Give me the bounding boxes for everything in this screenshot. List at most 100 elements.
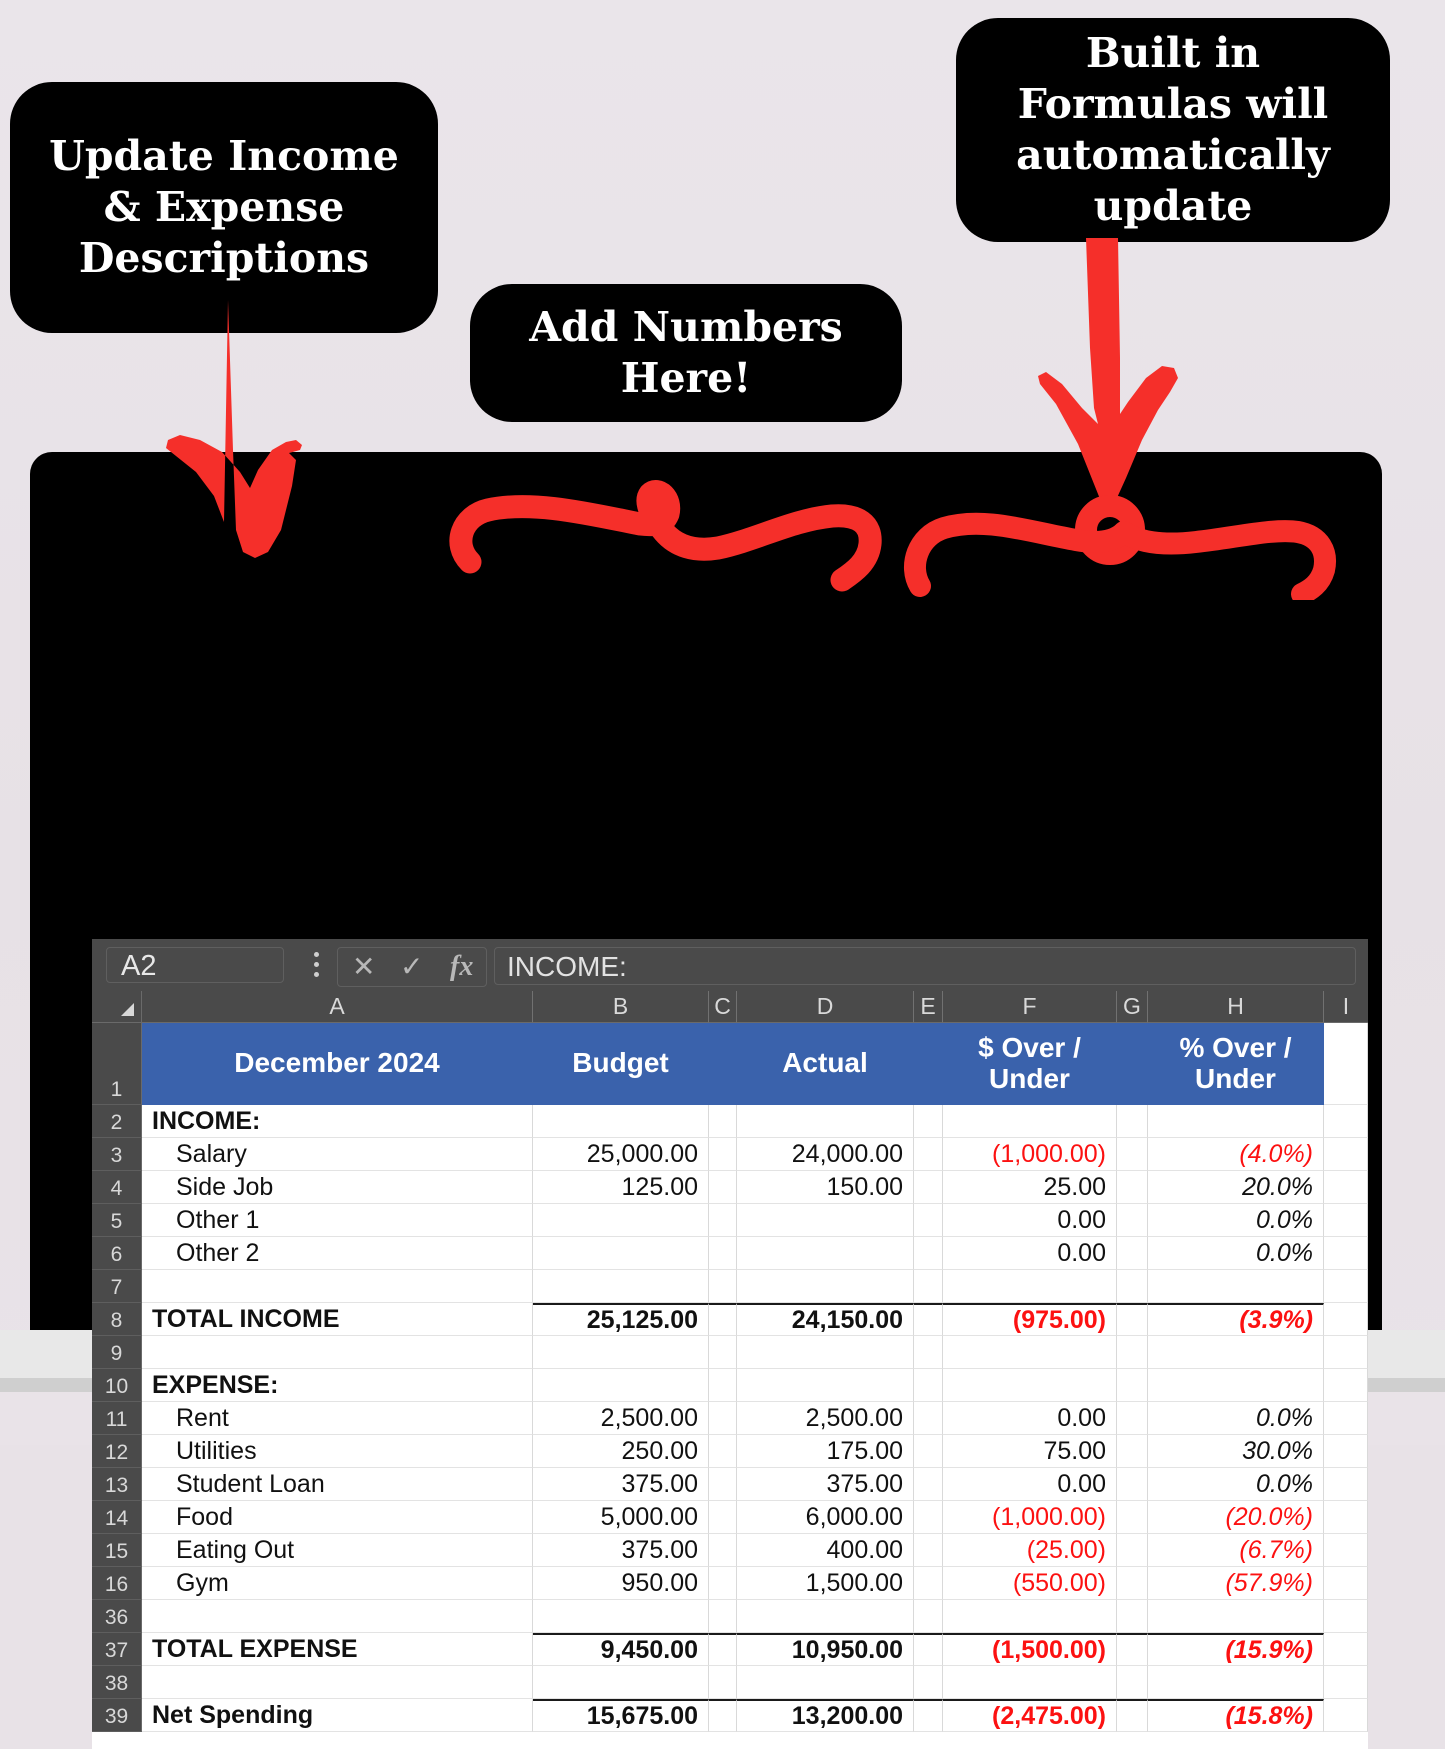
cell-e13[interactable] [914, 1468, 943, 1501]
row-header[interactable]: 16 [92, 1567, 142, 1600]
cell-c5[interactable] [709, 1204, 737, 1237]
cell-c38[interactable] [709, 1666, 737, 1699]
cell-b37[interactable]: 9,450.00 [533, 1633, 709, 1666]
cell-b39[interactable]: 15,675.00 [533, 1699, 709, 1732]
cell-g37[interactable] [1117, 1633, 1148, 1666]
cell-f13[interactable]: 0.00 [943, 1468, 1117, 1501]
cell-c6[interactable] [709, 1237, 737, 1270]
row-header[interactable]: 2 [92, 1105, 142, 1138]
row-header[interactable]: 8 [92, 1303, 142, 1336]
table-row[interactable]: 7 [92, 1270, 1368, 1303]
cell-b9[interactable] [533, 1336, 709, 1369]
cell-c37[interactable] [709, 1633, 737, 1666]
header-cell-b[interactable]: Budget [533, 1023, 709, 1105]
row-header[interactable]: 38 [92, 1666, 142, 1699]
cell-e8[interactable] [914, 1303, 943, 1336]
cell-g2[interactable] [1117, 1105, 1148, 1138]
cell-i8[interactable] [1324, 1303, 1368, 1336]
cell-e7[interactable] [914, 1270, 943, 1303]
cell-d13[interactable]: 375.00 [737, 1468, 914, 1501]
cell-e9[interactable] [914, 1336, 943, 1369]
cell-h36[interactable] [1148, 1600, 1324, 1633]
header-cell-c[interactable] [709, 1023, 737, 1105]
cell-g7[interactable] [1117, 1270, 1148, 1303]
cell-a14[interactable]: Food [142, 1501, 533, 1534]
cell-b8[interactable]: 25,125.00 [533, 1303, 709, 1336]
cell-e10[interactable] [914, 1369, 943, 1402]
header-cell-g[interactable] [1117, 1023, 1148, 1105]
cell-f7[interactable] [943, 1270, 1117, 1303]
cell-g6[interactable] [1117, 1237, 1148, 1270]
table-row[interactable]: 2 INCOME: [92, 1105, 1368, 1138]
cell-i11[interactable] [1324, 1402, 1368, 1435]
cell-a11[interactable]: Rent [142, 1402, 533, 1435]
cell-g3[interactable] [1117, 1138, 1148, 1171]
cell-h14[interactable]: (20.0%) [1148, 1501, 1324, 1534]
cell-b14[interactable]: 5,000.00 [533, 1501, 709, 1534]
cell-f11[interactable]: 0.00 [943, 1402, 1117, 1435]
cell-d11[interactable]: 2,500.00 [737, 1402, 914, 1435]
cell-c10[interactable] [709, 1369, 737, 1402]
name-box[interactable]: A2 [106, 947, 284, 983]
cell-f12[interactable]: 75.00 [943, 1435, 1117, 1468]
cell-f8[interactable]: (975.00) [943, 1303, 1117, 1336]
table-row[interactable]: 38 [92, 1666, 1368, 1699]
row-header[interactable]: 37 [92, 1633, 142, 1666]
row-header[interactable]: 12 [92, 1435, 142, 1468]
cell-h2[interactable] [1148, 1105, 1324, 1138]
cell-b12[interactable]: 250.00 [533, 1435, 709, 1468]
cell-d15[interactable]: 400.00 [737, 1534, 914, 1567]
cell-f15[interactable]: (25.00) [943, 1534, 1117, 1567]
close-icon[interactable]: ✕ [352, 950, 375, 984]
cell-b7[interactable] [533, 1270, 709, 1303]
cell-a9[interactable] [142, 1336, 533, 1369]
cell-b11[interactable]: 2,500.00 [533, 1402, 709, 1435]
cell-a37[interactable]: TOTAL EXPENSE [142, 1633, 533, 1666]
cell-d12[interactable]: 175.00 [737, 1435, 914, 1468]
cell-d14[interactable]: 6,000.00 [737, 1501, 914, 1534]
cell-g10[interactable] [1117, 1369, 1148, 1402]
cell-h5[interactable]: 0.0% [1148, 1204, 1324, 1237]
row-header[interactable]: 10 [92, 1369, 142, 1402]
cell-g11[interactable] [1117, 1402, 1148, 1435]
cell-c15[interactable] [709, 1534, 737, 1567]
check-icon[interactable]: ✓ [400, 950, 423, 984]
cell-c4[interactable] [709, 1171, 737, 1204]
column-header-e[interactable]: E [914, 991, 943, 1023]
cell-b16[interactable]: 950.00 [533, 1567, 709, 1600]
header-cell-f[interactable]: $ Over / Under [943, 1023, 1117, 1105]
cell-d8[interactable]: 24,150.00 [737, 1303, 914, 1336]
cell-a39[interactable]: Net Spending [142, 1699, 533, 1732]
cell-a3[interactable]: Salary [142, 1138, 533, 1171]
formula-input[interactable]: INCOME: [494, 947, 1356, 985]
cell-g38[interactable] [1117, 1666, 1148, 1699]
cell-d16[interactable]: 1,500.00 [737, 1567, 914, 1600]
cell-c8[interactable] [709, 1303, 737, 1336]
cell-e38[interactable] [914, 1666, 943, 1699]
cell-h9[interactable] [1148, 1336, 1324, 1369]
table-row[interactable]: 13 Student Loan 375.00 375.00 0.00 0.0% [92, 1468, 1368, 1501]
cell-d36[interactable] [737, 1600, 914, 1633]
cell-c13[interactable] [709, 1468, 737, 1501]
row-header[interactable]: 13 [92, 1468, 142, 1501]
cell-h38[interactable] [1148, 1666, 1324, 1699]
cell-e2[interactable] [914, 1105, 943, 1138]
cell-a8[interactable]: TOTAL INCOME [142, 1303, 533, 1336]
fx-icon[interactable]: fx [450, 950, 473, 984]
header-cell-e[interactable] [914, 1023, 943, 1105]
cell-h4[interactable]: 20.0% [1148, 1171, 1324, 1204]
cell-g16[interactable] [1117, 1567, 1148, 1600]
cell-b3[interactable]: 25,000.00 [533, 1138, 709, 1171]
table-row[interactable]: 12 Utilities 250.00 175.00 75.00 30.0% [92, 1435, 1368, 1468]
cell-f16[interactable]: (550.00) [943, 1567, 1117, 1600]
cell-d38[interactable] [737, 1666, 914, 1699]
cell-i6[interactable] [1324, 1237, 1368, 1270]
cell-a38[interactable] [142, 1666, 533, 1699]
column-header-d[interactable]: D [737, 991, 914, 1023]
cell-d9[interactable] [737, 1336, 914, 1369]
cell-i37[interactable] [1324, 1633, 1368, 1666]
cell-i2[interactable] [1324, 1105, 1368, 1138]
cell-a10[interactable]: EXPENSE: [142, 1369, 533, 1402]
table-row[interactable]: 1 December 2024 Budget Actual $ Over / Under%… [92, 1023, 1368, 1105]
cell-i4[interactable] [1324, 1171, 1368, 1204]
